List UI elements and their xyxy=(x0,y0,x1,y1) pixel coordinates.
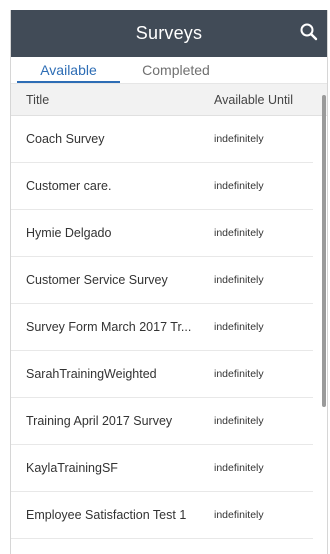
tab-bar: Available Completed xyxy=(11,57,327,84)
page-title: Surveys xyxy=(135,23,203,43)
column-header-available-until[interactable]: Available Until xyxy=(199,93,327,107)
survey-available-until: indefinitely xyxy=(214,321,264,333)
column-header-title[interactable]: Title xyxy=(11,93,199,107)
table-header: Title Available Until xyxy=(11,84,327,116)
survey-title: Survey Form March 2017 Tr... xyxy=(26,320,192,334)
tab-completed[interactable]: Completed xyxy=(120,59,232,83)
table-row[interactable]: Customer care. indefinitely xyxy=(11,163,313,210)
survey-list: Coach Survey indefinitely Customer care.… xyxy=(11,116,327,539)
survey-available-until: indefinitely xyxy=(214,509,264,521)
survey-title: Employee Satisfaction Test 1 xyxy=(26,508,187,522)
table-row[interactable]: Survey Form March 2017 Tr... indefinitel… xyxy=(11,304,313,351)
survey-title: Hymie Delgado xyxy=(26,226,112,240)
survey-available-until: indefinitely xyxy=(214,180,264,192)
surveys-panel: Surveys Available Completed Title Availa… xyxy=(10,10,328,554)
survey-title: KaylaTrainingSF xyxy=(26,461,118,475)
survey-title: Coach Survey xyxy=(26,132,105,146)
survey-available-until: indefinitely xyxy=(214,227,264,239)
survey-available-until: indefinitely xyxy=(214,133,264,145)
tab-available[interactable]: Available xyxy=(17,59,120,83)
survey-available-until: indefinitely xyxy=(214,368,264,380)
survey-title: Customer Service Survey xyxy=(26,273,168,287)
table-row[interactable]: SarahTrainingWeighted indefinitely xyxy=(11,351,313,398)
survey-available-until: indefinitely xyxy=(214,415,264,427)
survey-available-until: indefinitely xyxy=(214,274,264,286)
survey-title: Training April 2017 Survey xyxy=(26,414,173,428)
table-row[interactable]: Employee Satisfaction Test 1 indefinitel… xyxy=(11,492,313,539)
list-scrollbar[interactable] xyxy=(322,95,326,407)
table-row[interactable]: Hymie Delgado indefinitely xyxy=(11,210,313,257)
table-row[interactable]: KaylaTrainingSF indefinitely xyxy=(11,445,313,492)
survey-title: SarahTrainingWeighted xyxy=(26,367,157,381)
app-header: Surveys xyxy=(11,10,327,57)
table-row[interactable]: Training April 2017 Survey indefinitely xyxy=(11,398,313,445)
survey-title: Customer care. xyxy=(26,179,112,193)
search-button[interactable] xyxy=(299,22,319,42)
table-row[interactable]: Customer Service Survey indefinitely xyxy=(11,257,313,304)
search-icon xyxy=(300,23,318,41)
survey-available-until: indefinitely xyxy=(214,462,264,474)
table-row[interactable]: Coach Survey indefinitely xyxy=(11,116,313,163)
